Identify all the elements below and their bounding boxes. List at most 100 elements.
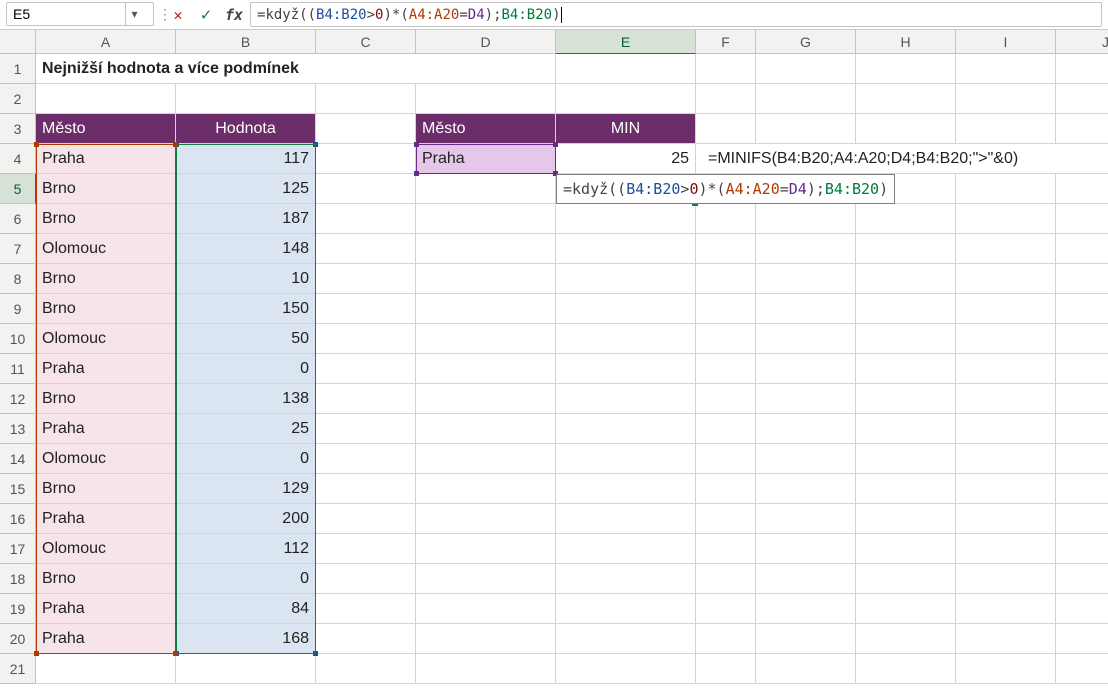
cell[interactable] [316,534,416,564]
cell[interactable] [316,174,416,204]
table-row[interactable]: 0 [176,354,316,384]
cell[interactable] [556,384,696,414]
table-row[interactable]: Brno [36,294,176,324]
row-header[interactable]: 10 [0,324,36,354]
cell[interactable] [956,504,1056,534]
cell[interactable] [416,204,556,234]
column-header[interactable]: E [556,30,696,54]
row-header[interactable]: 9 [0,294,36,324]
name-box-dropdown[interactable]: ▾ [125,3,143,25]
table-row[interactable]: 0 [176,564,316,594]
cell[interactable] [556,234,696,264]
column-header[interactable]: I [956,30,1056,54]
cell[interactable] [856,564,956,594]
cell[interactable] [1056,384,1108,414]
cell[interactable] [1056,84,1108,114]
row-header[interactable]: 6 [0,204,36,234]
table-row[interactable]: 125 [176,174,316,204]
cell[interactable] [956,624,1056,654]
cell[interactable] [956,114,1056,144]
cell[interactable] [756,444,856,474]
cell[interactable] [316,474,416,504]
cell[interactable] [696,594,756,624]
table-row[interactable]: Olomouc [36,324,176,354]
cell[interactable] [556,594,696,624]
column-header[interactable]: A [36,30,176,54]
cell[interactable] [696,414,756,444]
cell[interactable] [696,504,756,534]
cell[interactable] [316,144,416,174]
cell[interactable] [556,84,696,114]
cell[interactable] [1056,114,1108,144]
cell[interactable] [1056,594,1108,624]
cell[interactable] [316,624,416,654]
column-header[interactable]: G [756,30,856,54]
cell[interactable] [1056,444,1108,474]
cell[interactable] [556,444,696,474]
cell[interactable] [696,54,756,84]
table-row[interactable]: Brno [36,384,176,414]
cell[interactable] [696,444,756,474]
cell[interactable] [956,444,1056,474]
cell[interactable] [756,564,856,594]
cell[interactable] [756,594,856,624]
cell[interactable] [956,654,1056,684]
cell[interactable] [556,324,696,354]
table-row[interactable]: Praha [36,594,176,624]
cell[interactable] [756,84,856,114]
cell[interactable] [696,564,756,594]
cell[interactable] [956,414,1056,444]
formula-input[interactable]: =když((B4:B20>0)*(A4:A20=D4);B4:B20) [250,2,1102,27]
cell[interactable] [556,204,696,234]
cell[interactable] [316,114,416,144]
cell[interactable] [416,384,556,414]
cell[interactable] [316,324,416,354]
row-header[interactable]: 11 [0,354,36,384]
cell[interactable] [416,324,556,354]
cell[interactable] [756,354,856,384]
cell[interactable] [756,474,856,504]
row-header[interactable]: 5 [0,174,36,204]
cell[interactable] [416,594,556,624]
cell[interactable] [696,354,756,384]
cell[interactable] [856,534,956,564]
cell[interactable] [956,264,1056,294]
cell[interactable] [756,204,856,234]
row-header[interactable]: 19 [0,594,36,624]
cell[interactable] [1056,654,1108,684]
cell[interactable] [1056,264,1108,294]
cell[interactable] [416,54,556,84]
row-header[interactable]: 21 [0,654,36,684]
cell[interactable] [556,414,696,444]
cell[interactable] [316,594,416,624]
row-header[interactable]: 17 [0,534,36,564]
cell[interactable] [696,624,756,654]
cell[interactable] [416,624,556,654]
row-header[interactable]: 15 [0,474,36,504]
cell[interactable] [956,564,1056,594]
cell[interactable] [956,594,1056,624]
cell[interactable] [696,534,756,564]
column-header[interactable]: B [176,30,316,54]
cell[interactable] [1056,354,1108,384]
cell[interactable] [756,294,856,324]
cell[interactable] [956,54,1056,84]
cell[interactable] [416,174,556,204]
table-row[interactable]: 112 [176,534,316,564]
lookup-city-cell[interactable]: Praha [416,144,556,174]
cell[interactable] [696,204,756,234]
cell[interactable] [556,564,696,594]
cell[interactable] [1056,534,1108,564]
table-row[interactable]: 117 [176,144,316,174]
cell[interactable] [316,564,416,594]
table-row[interactable]: Praha [36,624,176,654]
select-all-corner[interactable] [0,30,36,54]
cell[interactable] [1056,174,1108,204]
enter-button[interactable]: ✓ [194,2,218,27]
cell[interactable] [416,474,556,504]
cell[interactable] [316,654,416,684]
cell[interactable] [316,504,416,534]
cell[interactable] [36,84,176,114]
cell[interactable] [856,324,956,354]
column-header[interactable]: F [696,30,756,54]
